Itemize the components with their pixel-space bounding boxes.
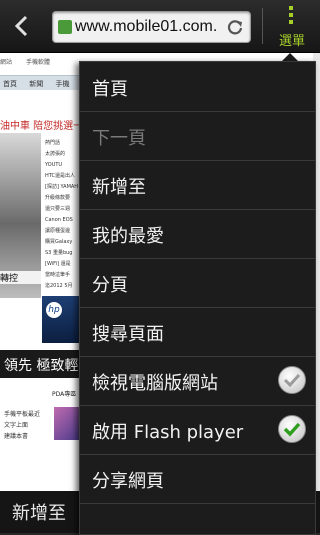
desktop-view-checkbox[interactable] [278, 366, 306, 394]
url-bar[interactable]: www.mobile01.com. [52, 11, 251, 43]
webpage-sidebar-line[interactable]: 當時這筆手 [45, 270, 80, 281]
browser-toolbar: www.mobile01.com. 選單 [0, 0, 320, 53]
menu-item-favorites[interactable]: 我的最愛 [80, 209, 315, 259]
menu-item-find-on-page[interactable]: 搜尋頁面 [80, 307, 315, 357]
webpage-section-list: 手機平板最近 文字上面 建議本書 [4, 409, 74, 442]
bottom-add-to-button[interactable]: 新增至 [12, 499, 66, 525]
menu-item-forward: 下一頁 [80, 111, 315, 161]
menu-item-label: 檢視電腦版網站 [92, 373, 218, 394]
webpage-sidebar-line[interactable]: 還只要三週 [45, 204, 80, 215]
menu-item-label: 首頁 [92, 79, 128, 100]
enable-flash-checkbox[interactable] [278, 415, 306, 443]
back-button[interactable] [6, 10, 38, 42]
webpage-sidebar-list: 熱門話 太誇張的YOUTU HTC還是出人 [探訪] YAMAH 升級條款要 還… [45, 138, 80, 303]
menu-item-tabs[interactable]: 分頁 [80, 258, 315, 308]
menu-item-label: 分享網頁 [92, 471, 164, 492]
menu-item-label: 新增至 [92, 177, 146, 198]
menu-item-home[interactable]: 首頁 [80, 62, 315, 112]
webpage-sidebar-line[interactable]: 太誇張的YOUTU [45, 149, 80, 171]
webpage-tab[interactable]: 手機軟體 [26, 59, 50, 66]
reload-icon[interactable] [226, 18, 244, 36]
webpage-section-line[interactable]: 文字上面 [4, 420, 74, 431]
menu-button-label: 選單 [278, 34, 305, 49]
menu-item-label: 我的最愛 [92, 226, 164, 247]
webpage-photo-caption: 轉控 [0, 271, 41, 284]
webpage-sidebar-title: 熱門話 [45, 140, 61, 146]
menu-item-add-to[interactable]: 新增至 [80, 160, 315, 210]
check-icon [283, 373, 301, 388]
webpage-sidebar-line[interactable]: HTC還是出人 [45, 171, 80, 182]
webpage-nav-item[interactable]: 首頁 [3, 80, 17, 88]
menu-item-desktop-view[interactable]: 檢視電腦版網站 [80, 356, 315, 406]
menu-item-label: 啟用 Flash player [92, 422, 244, 443]
chevron-left-icon [14, 15, 28, 37]
webpage-section-line[interactable]: 建議本書 [4, 431, 74, 442]
webpage-bottom-block: PDA專區 手機平板最近 文字上面 建議本書 [0, 385, 80, 491]
webpage-sidebar-line[interactable]: S3 重量bug [45, 248, 80, 259]
site-favicon-icon [58, 20, 72, 34]
webpage-ad-banner[interactable]: hp [42, 296, 80, 343]
webpage-sidebar-line[interactable]: 讓原種蛋邊 [45, 226, 80, 237]
webpage-sidebar-line[interactable]: 升級條款要 [45, 193, 80, 204]
webpage-tab[interactable]: 網站 [0, 59, 12, 66]
webpage-sidebar-line[interactable]: 購買Galaxy [45, 237, 80, 248]
webpage-section-title[interactable]: PDA專區 [52, 389, 76, 398]
webpage-nav-item[interactable]: 新聞 [29, 80, 43, 88]
webpage-sidebar-line[interactable]: [WiFi] 還是 [45, 259, 80, 270]
menu-item-label: 分頁 [92, 275, 128, 296]
webpage-sidebar-line[interactable]: [探訪] YAMAH [45, 182, 80, 193]
webpage-nav-item[interactable]: 手機 [55, 80, 69, 88]
menu-item-share-page[interactable]: 分享網頁 [80, 454, 315, 504]
menu-item-label: 搜尋頁面 [92, 324, 164, 345]
overflow-menu-icon [289, 6, 294, 30]
webpage-section-line[interactable]: 手機平板最近 [4, 409, 74, 420]
menu-item-label: 下一頁 [92, 128, 146, 149]
menu-item-enable-flash[interactable]: 啟用 Flash player [80, 405, 315, 455]
webpage-sidebar-line[interactable]: Canon EOS [45, 215, 80, 226]
options-menu: 首頁 下一頁 新增至 我的最愛 分頁 搜尋頁面 檢視電腦版網站 啟用 Flash… [79, 61, 316, 535]
toolbar-divider [262, 8, 263, 44]
url-text[interactable]: www.mobile01.com. [75, 18, 225, 36]
menu-button[interactable]: 選單 [268, 4, 316, 50]
check-icon [283, 422, 301, 437]
webpage-sidebar-line[interactable]: 迄2012 5月 [45, 281, 80, 292]
hp-logo-icon: hp [46, 302, 62, 318]
